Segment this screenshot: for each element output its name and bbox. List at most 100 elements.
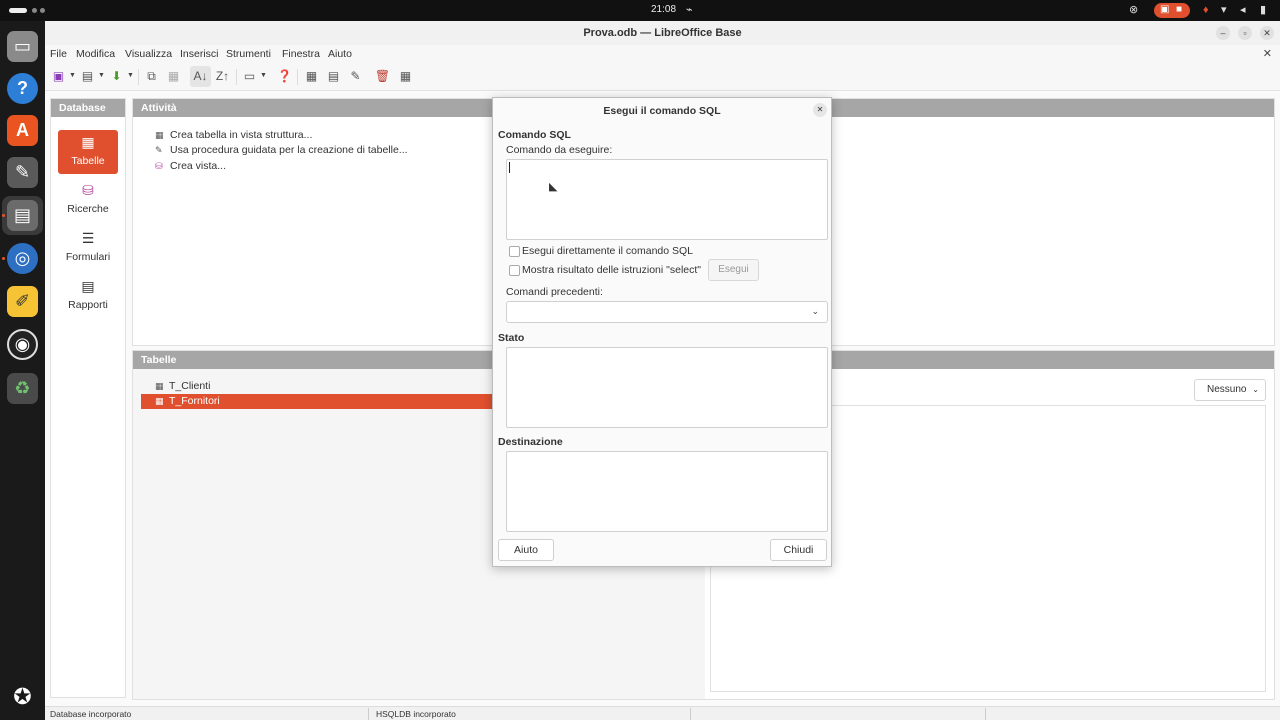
close-window-button[interactable]: ✕ (1260, 26, 1274, 40)
query-icon[interactable]: ▤ (325, 68, 342, 85)
show-select-results-label[interactable]: Mostra risultato delle istruzioni "selec… (522, 264, 701, 276)
help-icon[interactable]: ? (7, 73, 38, 104)
dock: ▭ ? A ✎ ▤ ◎ ✐ ◉ ♻ ✪ (0, 21, 45, 720)
toolbar-separator (138, 69, 139, 85)
show-select-results-checkbox[interactable] (509, 265, 520, 276)
minimize-button[interactable]: – (1216, 26, 1230, 40)
paste-icon[interactable]: ▦ (165, 68, 182, 85)
obs-icon[interactable]: ◉ (7, 329, 38, 360)
execute-directly-label[interactable]: Esegui direttamente il comando SQL (522, 245, 693, 257)
app-center-icon[interactable]: A (7, 115, 38, 146)
task-label: Usa procedura guidata per la creazione d… (170, 144, 408, 156)
menu-help[interactable]: Aiuto (328, 48, 352, 60)
section-status: Stato (498, 332, 525, 344)
gimp-icon[interactable]: ✎ (7, 157, 38, 188)
table-properties-icon[interactable]: ▦ (397, 68, 414, 85)
menu-window[interactable]: Finestra (282, 48, 320, 60)
chevron-down-icon: ⌄ (811, 306, 819, 316)
menu-file[interactable]: File (50, 48, 67, 60)
files-icon[interactable]: ▭ (7, 31, 38, 62)
chevron-down-icon[interactable]: ▼ (260, 72, 267, 79)
db-item-reports[interactable]: ▤ Rapporti (58, 274, 118, 318)
microphone-icon[interactable]: ♦ (1203, 3, 1209, 17)
db-item-label: Ricerche (67, 203, 109, 215)
screen-recording-indicator[interactable]: ▣ ■ (1154, 3, 1190, 18)
chevron-down-icon[interactable]: ▼ (98, 72, 105, 79)
execute-directly-checkbox[interactable] (509, 246, 520, 257)
database-pane: Database ▦ Tabelle ⛁ Ricerche ☰ Formular… (50, 98, 126, 698)
table-icon: ▦ (155, 381, 164, 391)
previous-commands-select[interactable]: ⌄ (506, 301, 828, 323)
task-create-view[interactable]: ⛁ Crea vista... (155, 160, 226, 172)
form-icon[interactable]: ▭ (241, 68, 258, 85)
copy-icon[interactable]: ⧉ (143, 68, 160, 85)
command-label: Comando da eseguire: (506, 144, 613, 156)
workspace-dot[interactable] (32, 8, 37, 13)
new-document-icon[interactable]: ▣ (50, 68, 67, 85)
db-item-forms[interactable]: ☰ Formulari (58, 226, 118, 270)
execute-button[interactable]: Esegui (708, 259, 759, 281)
section-output: Destinazione (498, 436, 563, 448)
help-button[interactable]: Aiuto (498, 539, 554, 561)
help-icon[interactable]: ❓ (276, 68, 293, 85)
db-item-tables[interactable]: ▦ Tabelle (58, 130, 118, 174)
trash-icon[interactable]: ♻ (7, 373, 38, 404)
delete-icon[interactable]: 🗑 (374, 68, 391, 85)
task-label: Crea vista... (170, 160, 227, 172)
task-table-wizard[interactable]: ✎ Usa procedura guidata per la creazione … (155, 144, 408, 156)
close-button[interactable]: Chiudi (770, 539, 827, 561)
chromium-icon[interactable]: ◎ (7, 243, 38, 274)
db-item-queries[interactable]: ⛁ Ricerche (58, 178, 118, 222)
dialog-title: Esegui il comando SQL (603, 105, 721, 117)
menu-edit[interactable]: Modifica (76, 48, 115, 60)
toolbar-separator (297, 69, 298, 85)
edit-table-icon[interactable]: ✎ (347, 68, 364, 85)
close-document-icon[interactable]: ✕ (1263, 47, 1272, 60)
previous-commands-label: Comandi precedenti: (506, 286, 603, 298)
preview-mode-value: Nessuno (1207, 384, 1247, 395)
table-icon[interactable]: ▦ (303, 68, 320, 85)
sql-command-dialog: Esegui il comando SQL ✕ Comando SQL Coma… (492, 97, 832, 567)
table-design-icon: ▦ (155, 130, 164, 140)
table-name: T_Fornitori (169, 395, 220, 407)
menu-view[interactable]: Visualizza (125, 48, 172, 60)
clock[interactable]: 21:08 (651, 4, 676, 15)
save-icon[interactable]: ⬇ (108, 68, 125, 85)
chevron-down-icon[interactable]: ▼ (127, 72, 134, 79)
workspace-dot[interactable] (40, 8, 45, 13)
db-item-label: Rapporti (68, 299, 108, 311)
window-title: Prova.odb — LibreOffice Base (583, 27, 742, 39)
output-area[interactable] (506, 451, 828, 532)
wifi-icon[interactable]: ▾ (1221, 3, 1227, 17)
menu-insert[interactable]: Inserisci (180, 48, 219, 60)
cast-icon: ▣ (1160, 4, 1170, 15)
text-caret (509, 162, 510, 173)
notifications-off-icon[interactable]: ⌁ (686, 3, 693, 17)
database-pane-header: Database (51, 99, 125, 117)
stop-icon: ■ (1176, 4, 1183, 15)
status-output[interactable] (506, 347, 828, 428)
db-item-label: Tabelle (71, 155, 105, 167)
chevron-down-icon[interactable]: ▼ (69, 72, 76, 79)
volume-icon[interactable]: ◂ (1240, 3, 1246, 17)
maximize-button[interactable]: ▫ (1238, 26, 1252, 40)
close-icon[interactable]: ✕ (813, 103, 827, 117)
running-indicator (2, 257, 5, 260)
window-title-bar[interactable]: Prova.odb — LibreOffice Base – ▫ ✕ (45, 21, 1280, 45)
sort-descending-icon[interactable]: Z↑ (214, 68, 231, 85)
ubuntu-icon[interactable]: ✪ (7, 681, 38, 712)
task-label: Crea tabella in vista struttura... (170, 129, 313, 141)
chevron-down-icon: ⌄ (1252, 385, 1259, 394)
task-create-table-design[interactable]: ▦ Crea tabella in vista struttura... (155, 129, 312, 141)
workspace-indicator[interactable] (9, 8, 27, 13)
preview-mode-select[interactable]: Nessuno ⌄ (1194, 379, 1266, 401)
libreoffice-icon[interactable]: ▤ (7, 200, 38, 231)
menu-tools[interactable]: Strumenti (226, 48, 271, 60)
sql-command-input[interactable]: ◣ (506, 159, 828, 240)
screen-share-icon[interactable]: ⊗ (1129, 3, 1138, 17)
text-editor-icon[interactable]: ✐ (7, 286, 38, 317)
open-icon[interactable]: ▤ (79, 68, 96, 85)
battery-icon[interactable]: ▮ (1260, 3, 1266, 17)
sort-ascending-icon[interactable]: A↓ (190, 66, 211, 87)
system-top-bar: 21:08 ⌁ ⊗ ▣ ■ ♦ ▾ ◂ ▮ (0, 0, 1280, 21)
